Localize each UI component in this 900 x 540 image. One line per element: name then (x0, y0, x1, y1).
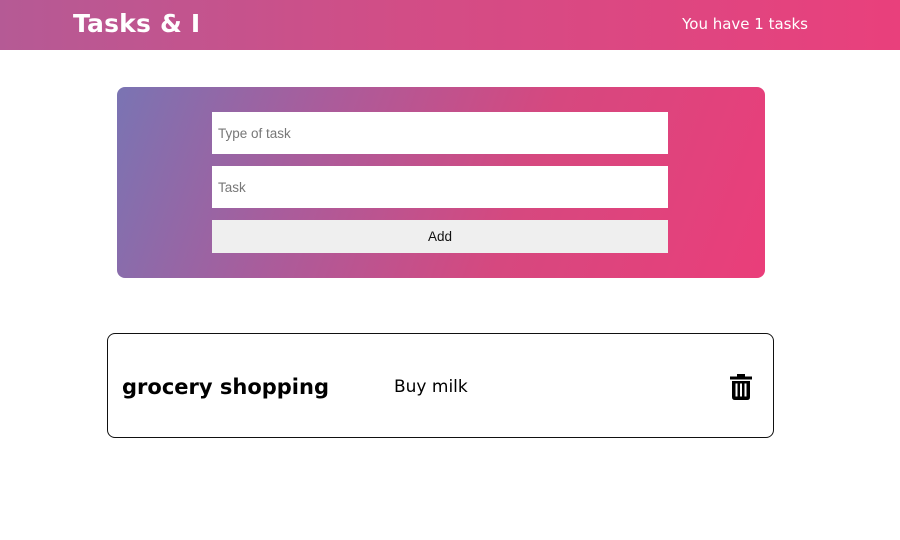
task-type-input[interactable] (212, 112, 668, 154)
app-title: Tasks & I (73, 9, 201, 38)
task-type-label: grocery shopping (122, 375, 329, 399)
task-count-label: You have 1 tasks (682, 15, 808, 33)
task-text: Buy milk (394, 377, 468, 397)
add-task-form: Add (117, 87, 765, 278)
trash-icon (730, 374, 752, 400)
delete-task-button[interactable] (727, 372, 755, 402)
task-card: grocery shopping Buy milk (107, 333, 774, 438)
app-header: Tasks & I You have 1 tasks (0, 0, 900, 50)
add-button[interactable]: Add (212, 220, 668, 253)
task-input[interactable] (212, 166, 668, 208)
